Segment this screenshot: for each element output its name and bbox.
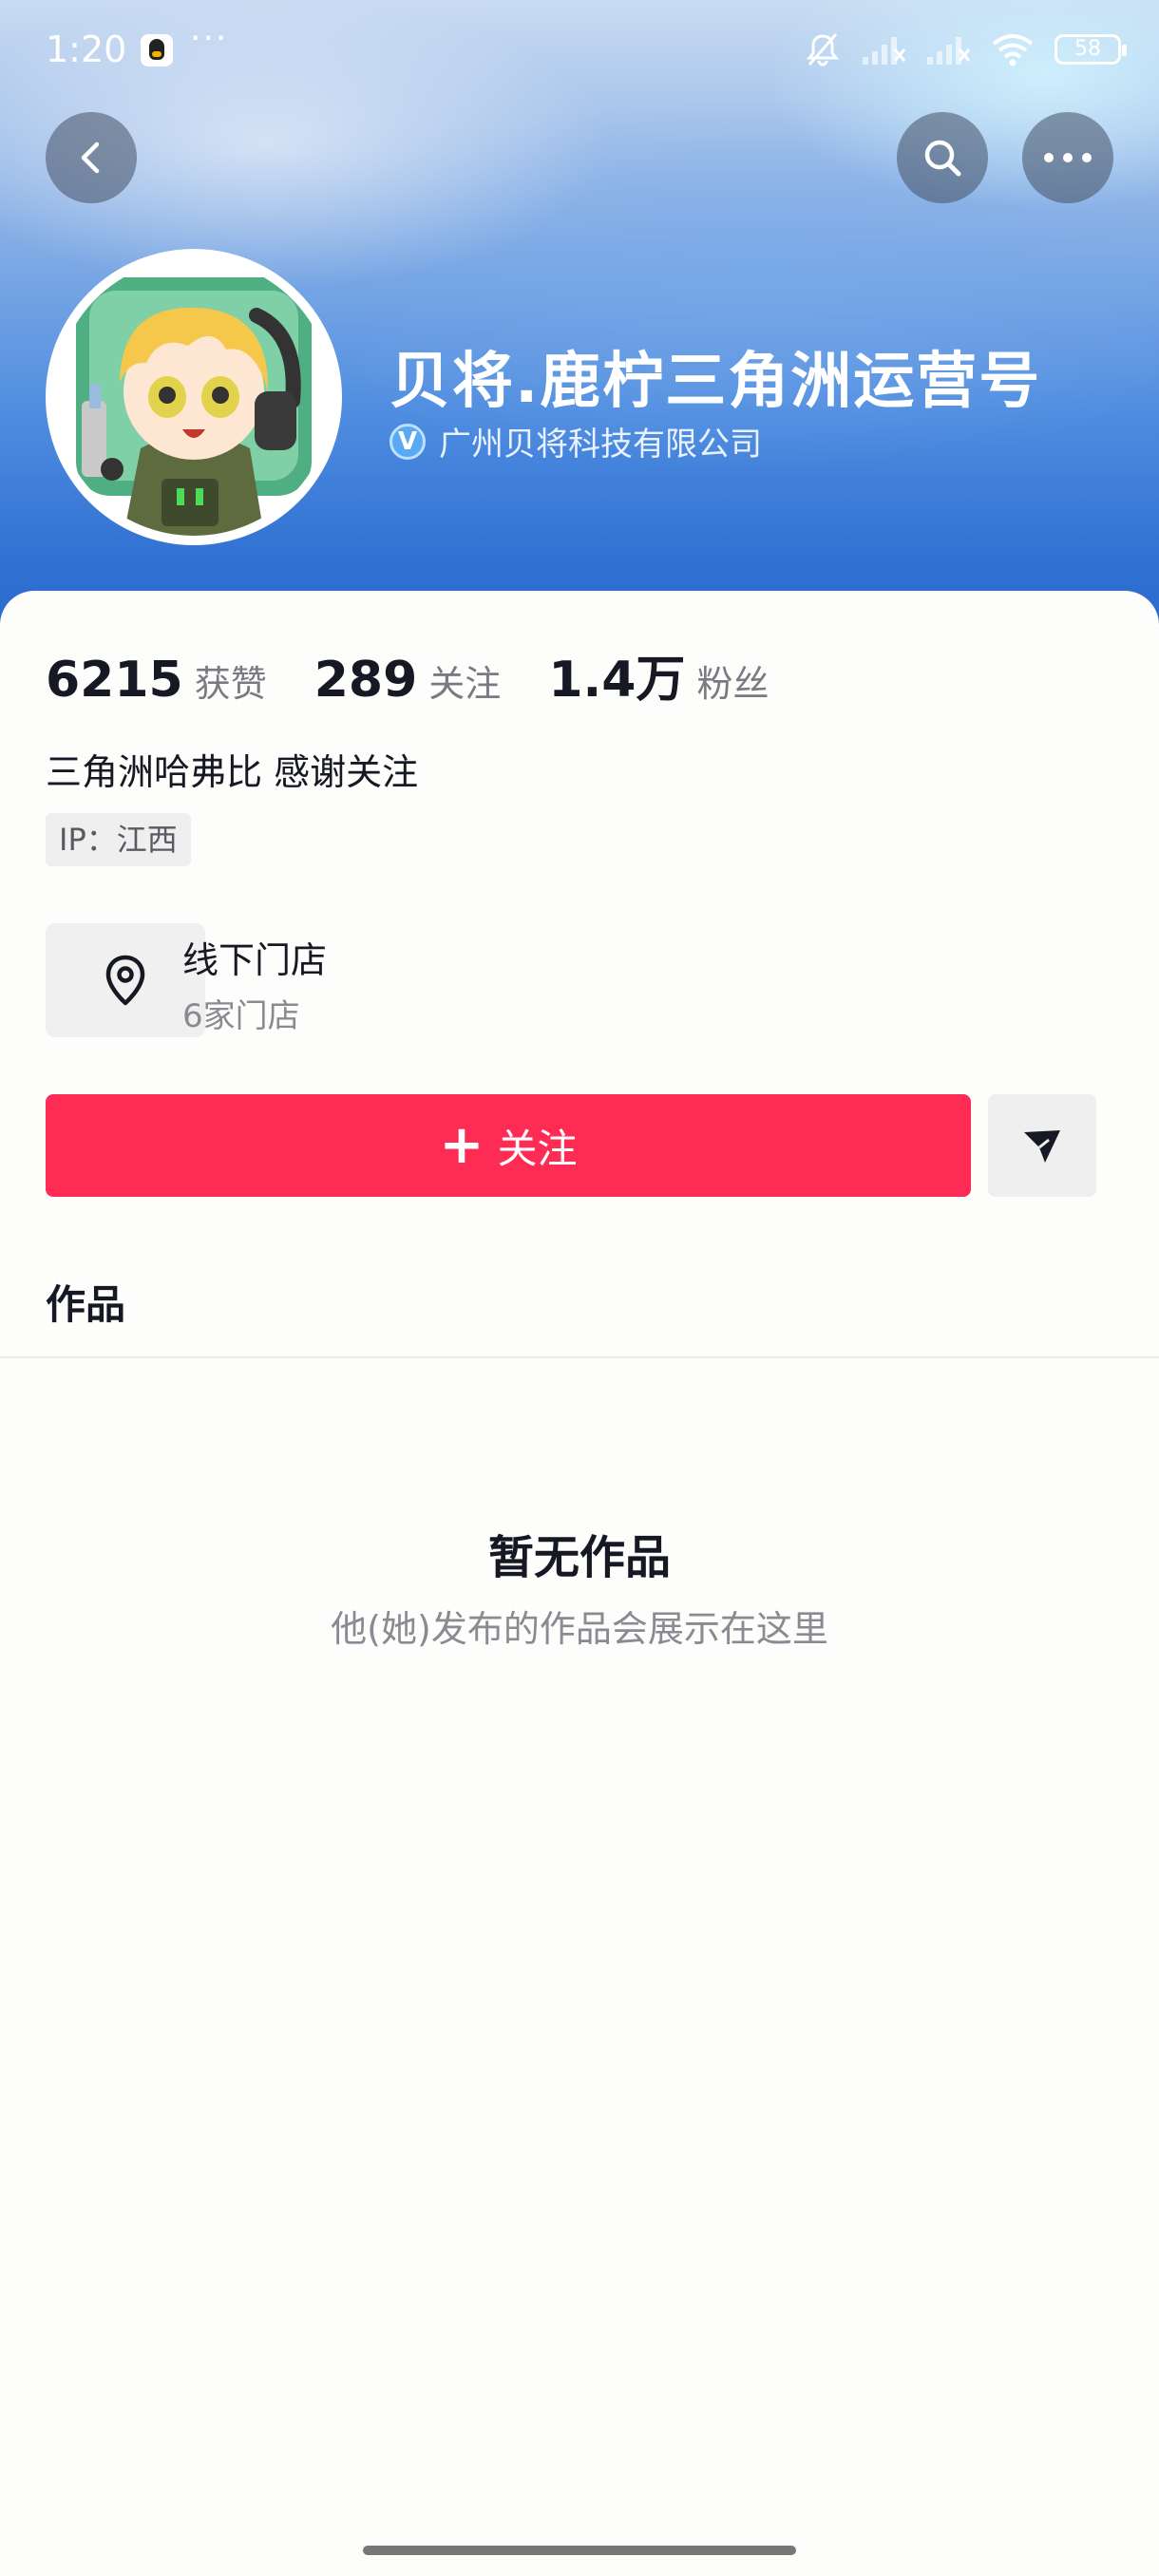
mute-bell-icon bbox=[806, 33, 840, 66]
share-send-icon bbox=[1024, 1130, 1060, 1163]
stat-following[interactable]: 289 关注 bbox=[314, 652, 502, 709]
tab-divider bbox=[0, 1356, 1159, 1358]
qq-notification-icon bbox=[141, 34, 173, 66]
status-time: 1:20 bbox=[46, 28, 127, 70]
store-subtitle: 6家门店 bbox=[182, 997, 300, 1035]
share-button[interactable] bbox=[988, 1094, 1096, 1197]
stats-row: 6215 获赞 289 关注 1.4万 粉丝 bbox=[46, 639, 816, 710]
store-title[interactable]: 线下门店 bbox=[182, 931, 327, 983]
stat-label: 获赞 bbox=[194, 663, 267, 705]
plus-icon: + bbox=[439, 1114, 484, 1176]
status-bar: 1:20 ··· 58 bbox=[0, 0, 1159, 104]
wifi-icon bbox=[992, 34, 1034, 66]
tab-works[interactable]: 作品 bbox=[46, 1273, 125, 1331]
signal-1-icon bbox=[863, 37, 906, 65]
back-button[interactable] bbox=[46, 112, 137, 203]
avatar[interactable] bbox=[46, 249, 342, 545]
stat-value: 289 bbox=[314, 652, 418, 709]
chevron-left-icon bbox=[81, 142, 100, 174]
battery-icon: 58 bbox=[1054, 34, 1127, 65]
stat-label: 关注 bbox=[428, 663, 502, 705]
follow-button[interactable]: + 关注 bbox=[46, 1094, 971, 1197]
stat-label: 粉丝 bbox=[696, 663, 770, 705]
verified-company: 广州贝将科技有限公司 bbox=[439, 426, 762, 464]
more-button[interactable] bbox=[1022, 112, 1113, 203]
stat-followers[interactable]: 1.4万 粉丝 bbox=[548, 639, 769, 710]
search-button[interactable] bbox=[897, 112, 988, 203]
home-indicator[interactable] bbox=[363, 2546, 796, 2555]
store-icon-box[interactable] bbox=[46, 923, 205, 1037]
bio-text: 三角洲哈弗比 感谢关注 bbox=[46, 751, 419, 793]
stat-value: 1.4万 bbox=[548, 652, 686, 709]
verified-badge-icon: V bbox=[390, 423, 426, 460]
verification-row[interactable]: V 广州贝将科技有限公司 bbox=[390, 418, 762, 464]
status-icons: 58 bbox=[804, 30, 1127, 68]
empty-state-subtitle: 他(她)发布的作品会展示在这里 bbox=[331, 1608, 828, 1650]
profile-name: 贝将.鹿柠三角洲运营号 bbox=[390, 347, 1042, 417]
empty-state-title: 暂无作品 bbox=[487, 1531, 671, 1584]
signal-2-icon bbox=[927, 37, 971, 65]
ip-location-tag: IP：江西 bbox=[46, 813, 191, 866]
avatar-image bbox=[55, 258, 332, 536]
location-pin-icon bbox=[105, 955, 145, 1006]
stat-likes[interactable]: 6215 获赞 bbox=[46, 652, 267, 709]
follow-label: 关注 bbox=[497, 1125, 578, 1172]
search-icon bbox=[924, 140, 961, 177]
status-overflow-icon: ··· bbox=[190, 19, 229, 58]
more-dots-icon bbox=[1044, 153, 1092, 162]
stat-value: 6215 bbox=[46, 652, 183, 709]
